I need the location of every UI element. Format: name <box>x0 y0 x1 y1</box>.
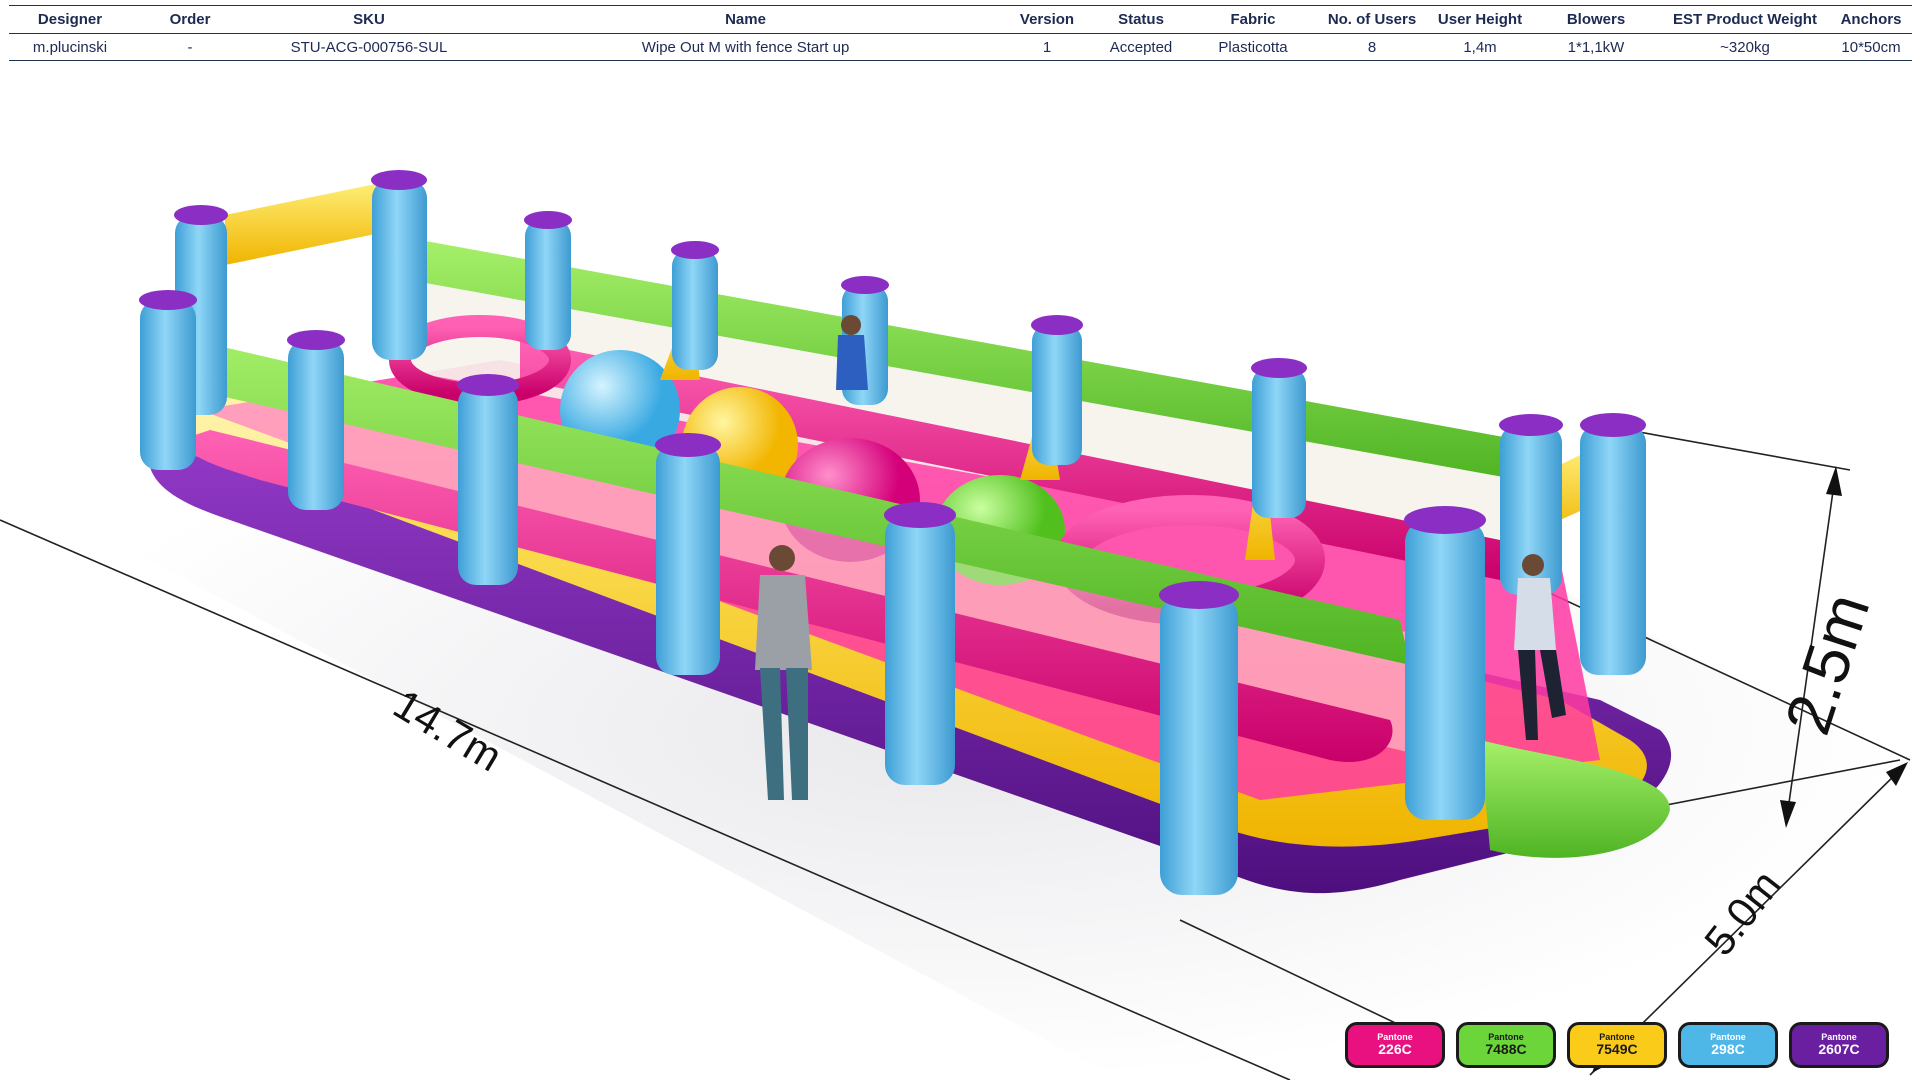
value-order: - <box>131 33 249 61</box>
value-blowers: 1*1,1kW <box>1532 33 1660 61</box>
value-user-height: 1,4m <box>1428 33 1532 61</box>
pantone-swatches: Pantone 226C Pantone 7488C Pantone 7549C… <box>1345 1022 1889 1068</box>
swatch-code: 226C <box>1378 1041 1412 1058</box>
header-weight: EST Product Weight <box>1660 5 1830 34</box>
value-name: Wipe Out M with fence Start up <box>489 33 1002 61</box>
header-name: Name <box>489 5 1002 34</box>
spec-value-row: m.plucinski - STU-ACG-000756-SUL Wipe Ou… <box>9 33 1912 61</box>
swatch-yellow: Pantone 7549C <box>1567 1022 1667 1068</box>
header-designer: Designer <box>9 5 131 34</box>
header-fabric: Fabric <box>1190 5 1316 34</box>
value-weight: ~320kg <box>1660 33 1830 61</box>
header-blowers: Blowers <box>1532 5 1660 34</box>
value-users: 8 <box>1316 33 1428 61</box>
header-anchors: Anchors <box>1830 5 1912 34</box>
header-order: Order <box>131 5 249 34</box>
value-anchors: 10*50cm <box>1830 33 1912 61</box>
spec-header-row: Designer Order SKU Name Version Status F… <box>9 5 1912 34</box>
swatch-purple: Pantone 2607C <box>1789 1022 1889 1068</box>
inflatable-render-image <box>0 170 1911 1080</box>
swatch-green: Pantone 7488C <box>1456 1022 1556 1068</box>
swatch-code: 7549C <box>1596 1041 1638 1058</box>
value-version: 1 <box>1002 33 1092 61</box>
value-status: Accepted <box>1092 33 1190 61</box>
swatch-code: 2607C <box>1818 1041 1860 1058</box>
swatch-pink: Pantone 226C <box>1345 1022 1445 1068</box>
header-sku: SKU <box>249 5 489 34</box>
header-users: No. of Users <box>1316 5 1428 34</box>
value-designer: m.plucinski <box>9 33 131 61</box>
swatch-code: 7488C <box>1485 1041 1527 1058</box>
header-status: Status <box>1092 5 1190 34</box>
product-render: 14.7m 2.5m 5.0m <box>0 60 1920 1080</box>
swatch-code: 298C <box>1711 1041 1745 1058</box>
swatch-blue: Pantone 298C <box>1678 1022 1778 1068</box>
entry-yellow-tube <box>225 180 395 265</box>
value-fabric: Plasticotta <box>1190 33 1316 61</box>
value-sku: STU-ACG-000756-SUL <box>249 33 489 61</box>
header-version: Version <box>1002 5 1092 34</box>
header-user-height: User Height <box>1428 5 1532 34</box>
spec-table: Designer Order SKU Name Version Status F… <box>9 5 1912 61</box>
